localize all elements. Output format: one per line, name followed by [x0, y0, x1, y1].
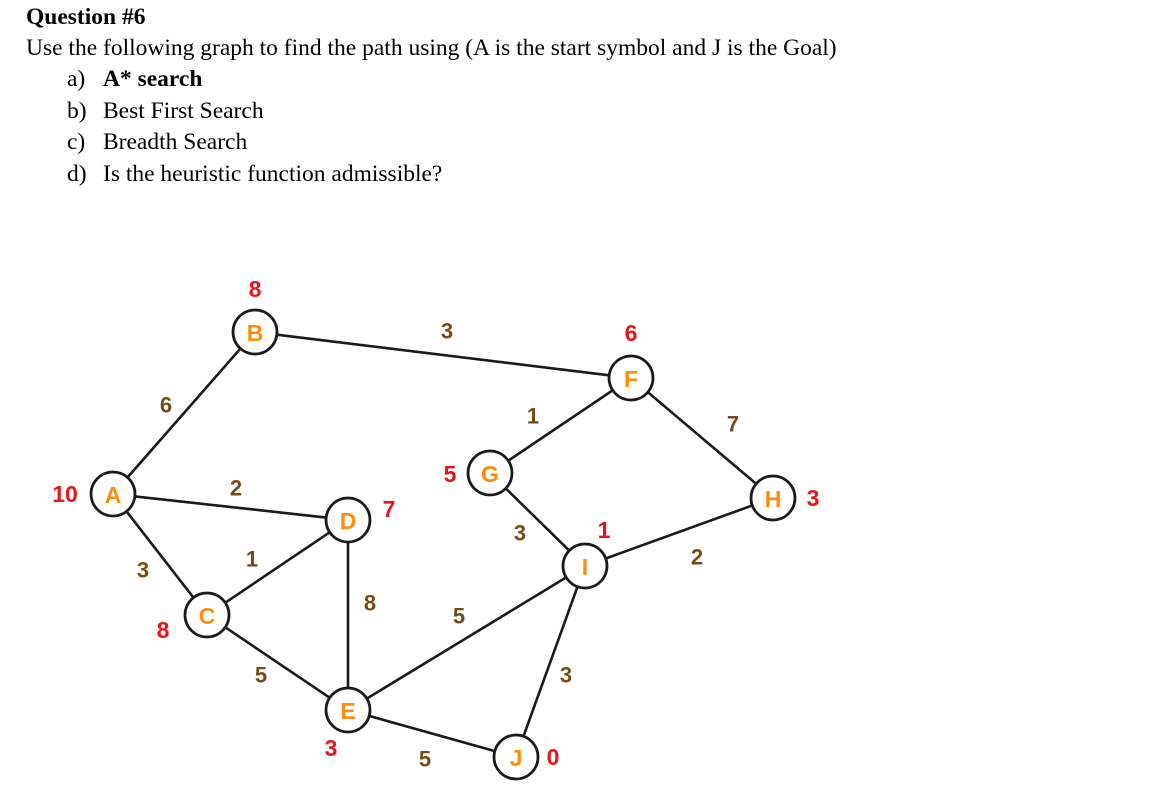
node-circle-d	[324, 496, 372, 544]
edge-e-j	[366, 714, 498, 753]
edge-weight-f-g: 1	[527, 404, 539, 429]
node-b[interactable]: B	[231, 308, 279, 356]
node-circle-a	[89, 470, 137, 518]
edge-i-h	[603, 503, 755, 561]
question-prompt: Use the following graph to find the path…	[26, 35, 837, 61]
sub-question-list: a) A* search b) Best First Search c) Breadt…	[26, 64, 1126, 190]
node-label-j: J	[510, 745, 523, 771]
node-label-h: H	[765, 486, 782, 512]
page-root: Question #6 Use the following graph to f…	[0, 0, 1151, 790]
node-c[interactable]: C	[183, 591, 231, 639]
edge-weight-a-c: 3	[137, 558, 149, 583]
sub-question-a: a) A* search	[26, 64, 1126, 96]
node-e[interactable]: E	[324, 686, 372, 734]
edge-a-c	[124, 509, 196, 600]
sub-question-b-text: Best First Search	[103, 97, 264, 124]
edge-i-j	[521, 584, 580, 739]
edge-weight-d-e: 8	[364, 591, 376, 616]
node-circle-j	[492, 733, 540, 781]
sub-question-a-text: A* search	[103, 66, 203, 92]
node-label-e: E	[340, 698, 355, 724]
sub-question-a-marker: a)	[67, 66, 86, 92]
heuristic-value-j: 0	[547, 744, 560, 770]
heuristic-value-a: 10	[52, 481, 78, 507]
sub-question-d: d) Is the heuristic function admissible?	[26, 159, 1126, 191]
sub-question-c-text: Breadth Search	[103, 129, 248, 155]
edge-e-i	[364, 575, 569, 701]
heuristic-value-i: 1	[598, 517, 611, 543]
node-circle-h	[749, 474, 797, 522]
edge-weight-f-h: 7	[727, 412, 739, 437]
sub-question-c-marker: c)	[67, 129, 86, 155]
node-i[interactable]: I	[561, 542, 609, 590]
heuristic-value-e: 3	[325, 735, 338, 761]
node-h[interactable]: H	[749, 474, 797, 522]
node-circle-i	[561, 542, 609, 590]
node-label-c: C	[199, 603, 216, 629]
node-circle-e	[324, 686, 372, 734]
heuristic-value-c: 8	[157, 617, 170, 643]
node-label-g: G	[481, 461, 499, 487]
sub-question-c: c) Breadth Search	[26, 127, 1126, 159]
node-circle-c	[183, 591, 231, 639]
edge-c-d	[223, 530, 332, 605]
edge-weight-i-h: 2	[691, 545, 703, 570]
node-circle-f	[607, 354, 655, 402]
node-label-i: I	[582, 554, 588, 580]
edge-c-e	[223, 625, 332, 700]
heuristic-value-f: 6	[625, 320, 638, 346]
edge-weight-a-b: 6	[160, 393, 172, 418]
edge-weight-c-e: 5	[255, 663, 267, 688]
edge-weight-b-f: 3	[441, 319, 453, 344]
edge-weight-a-d: 2	[230, 476, 242, 501]
edge-weight-e-j: 5	[419, 747, 431, 772]
heuristic-value-g: 5	[444, 461, 457, 487]
node-j[interactable]: J	[492, 733, 540, 781]
edge-f-g	[506, 388, 615, 463]
heuristic-value-d: 7	[383, 496, 396, 522]
heuristics-layer: 10887365310	[52, 276, 819, 770]
heuristic-value-h: 3	[807, 485, 820, 511]
edge-b-f	[274, 333, 612, 377]
edge-weight-c-d: 1	[246, 547, 258, 572]
node-label-a: A	[105, 482, 122, 508]
node-d[interactable]: D	[324, 496, 372, 544]
edge-g-i	[503, 486, 572, 553]
edge-f-h	[645, 390, 759, 486]
page-title: Question #6	[26, 4, 146, 30]
question-block: Question #6 Use the following graph to f…	[26, 2, 1126, 190]
node-label-b: B	[247, 320, 264, 346]
edge-weight-e-i: 5	[453, 604, 465, 629]
node-f[interactable]: F	[607, 354, 655, 402]
sub-question-d-text: Is the heuristic function admissible?	[103, 160, 443, 187]
node-circle-g	[466, 449, 514, 497]
sub-question-d-marker: d)	[67, 160, 87, 187]
edge-weight-i-j: 3	[560, 663, 572, 688]
node-a[interactable]: A	[89, 470, 137, 518]
nodes-layer: A B C D E F G H I J	[89, 308, 797, 781]
edge-a-b	[125, 346, 243, 480]
node-g[interactable]: G	[466, 449, 514, 497]
heuristic-value-b: 8	[249, 276, 262, 302]
node-label-f: F	[624, 366, 638, 392]
edge-weight-g-i: 3	[514, 521, 526, 546]
node-label-d: D	[340, 508, 357, 534]
edge-a-d	[132, 495, 329, 519]
edges-layer	[124, 333, 759, 753]
edge-weights-layer: 6 2 3 1 5 8 3 1 7 3 2 5 5 3	[137, 319, 739, 772]
sub-question-b: b) Best First Search	[26, 96, 1126, 128]
sub-question-b-marker: b)	[67, 97, 87, 124]
node-circle-b	[231, 308, 279, 356]
